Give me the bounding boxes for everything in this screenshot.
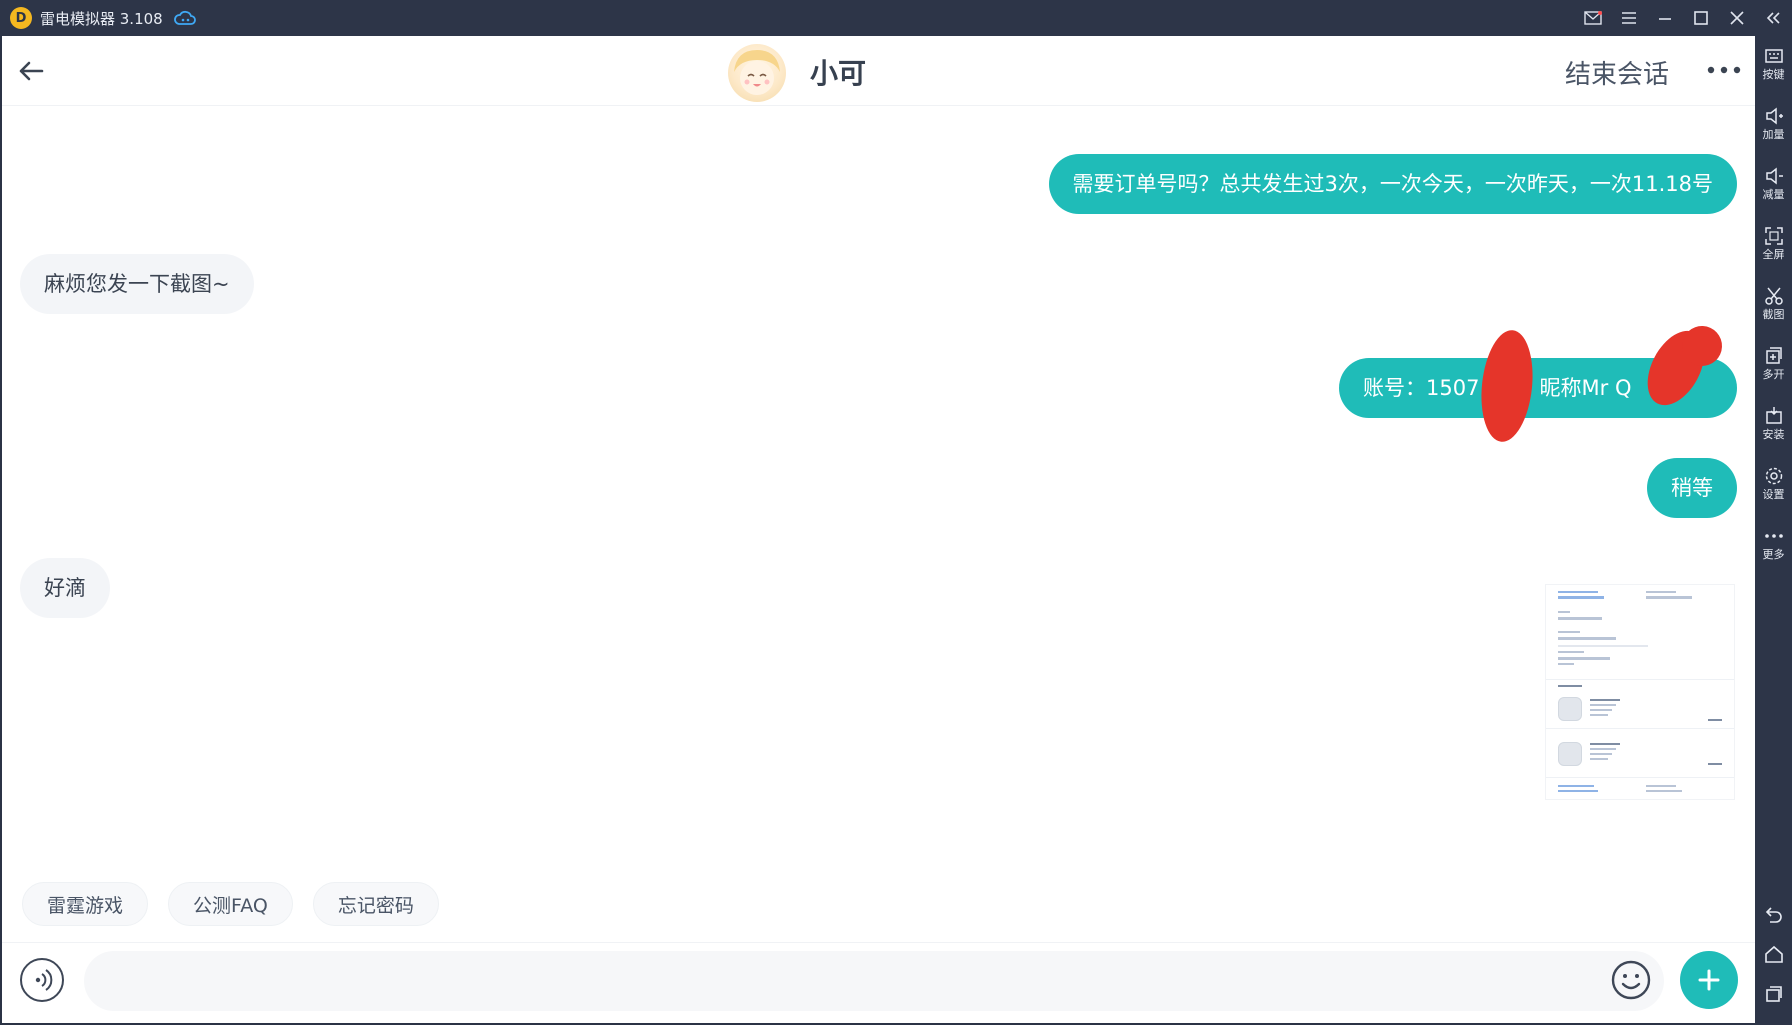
attach-plus-button[interactable]	[1680, 951, 1738, 1009]
collapse-rail-icon[interactable]	[1764, 9, 1782, 27]
rail-multi-instance[interactable]: 多开	[1755, 346, 1792, 381]
message-bubble-incoming[interactable]: 麻烦您发一下截图~	[20, 254, 254, 314]
app-title: 雷电模拟器 3.108	[40, 9, 163, 28]
emoji-icon[interactable]	[1610, 959, 1652, 1001]
app-logo-icon: D	[10, 7, 32, 29]
rail-recents[interactable]	[1755, 984, 1792, 1006]
more-options-icon[interactable]	[1706, 60, 1742, 80]
rail-settings[interactable]: 设置	[1755, 466, 1792, 501]
fullscreen-icon	[1764, 227, 1783, 245]
volume-up-icon	[1765, 107, 1783, 125]
contact-name: 小可	[810, 57, 867, 90]
message-bubble-incoming[interactable]: 好滴	[20, 558, 110, 618]
quick-reply-chip[interactable]: 忘记密码	[312, 882, 439, 926]
menu-icon[interactable]	[1620, 9, 1638, 27]
voice-input-button[interactable]	[20, 958, 64, 1002]
emulator-toolbar: 按键 加量 减量 全屏 截图 多开 安装 设置 更多	[1755, 36, 1792, 1025]
voice-wave-icon	[35, 969, 53, 991]
rail-keyboard[interactable]: 按键	[1755, 46, 1792, 81]
gear-icon	[1765, 467, 1782, 485]
rail-back[interactable]	[1755, 904, 1792, 926]
rail-install-apk[interactable]: 安装	[1755, 406, 1792, 441]
emulator-titlebar: D 雷电模拟器 3.108	[0, 0, 1792, 36]
quick-reply-chip[interactable]: 公测FAQ	[168, 882, 293, 926]
rail-volume-down[interactable]: 减量	[1755, 166, 1792, 201]
more-icon	[1764, 534, 1783, 538]
minimize-icon[interactable]	[1656, 9, 1674, 27]
scissors-icon	[1764, 287, 1783, 305]
quick-reply-bar: 雷霆游戏 公测FAQ 忘记密码	[22, 882, 439, 926]
message-list: 需要订单号吗？总共发生过3次，一次今天，一次昨天，一次11.18号 麻烦您发一下…	[2, 106, 1755, 926]
apk-install-icon	[1765, 407, 1782, 424]
back-arrow-icon[interactable]	[16, 56, 46, 86]
chat-header: 小可 结束会话	[2, 36, 1755, 106]
message-input-bar	[2, 942, 1755, 1023]
android-recents-icon	[1765, 986, 1782, 1002]
rail-more[interactable]: 更多	[1755, 526, 1792, 561]
keyboard-icon	[1764, 49, 1783, 63]
android-screen: 小可 结束会话 需要订单号吗？总共发生过3次，一次今天，一次昨天，一次11.18…	[2, 36, 1755, 1023]
end-session-button[interactable]: 结束会话	[1565, 54, 1669, 91]
message-bubble-outgoing[interactable]: 需要订单号吗？总共发生过3次，一次今天，一次昨天，一次11.18号	[1048, 154, 1737, 214]
cloud-gamepad-icon[interactable]	[173, 10, 197, 26]
android-home-icon	[1764, 945, 1783, 963]
android-back-icon	[1765, 907, 1782, 923]
redaction-scribble	[1476, 327, 1538, 445]
multi-instance-icon	[1765, 347, 1782, 364]
volume-down-icon	[1765, 167, 1783, 185]
avatar[interactable]	[728, 44, 786, 102]
image-message-receipt[interactable]	[1545, 584, 1735, 800]
rail-home[interactable]	[1755, 944, 1792, 966]
close-icon[interactable]	[1728, 9, 1746, 27]
mail-icon[interactable]	[1584, 9, 1602, 27]
maximize-icon[interactable]	[1692, 9, 1710, 27]
message-bubble-outgoing[interactable]: 稍等	[1647, 458, 1737, 518]
quick-reply-chip[interactable]: 雷霆游戏	[22, 882, 149, 926]
rail-screenshot[interactable]: 截图	[1755, 286, 1792, 321]
message-input[interactable]	[84, 951, 1664, 1011]
rail-fullscreen[interactable]: 全屏	[1755, 226, 1792, 261]
plus-icon	[1698, 969, 1720, 991]
rail-volume-up[interactable]: 加量	[1755, 106, 1792, 141]
